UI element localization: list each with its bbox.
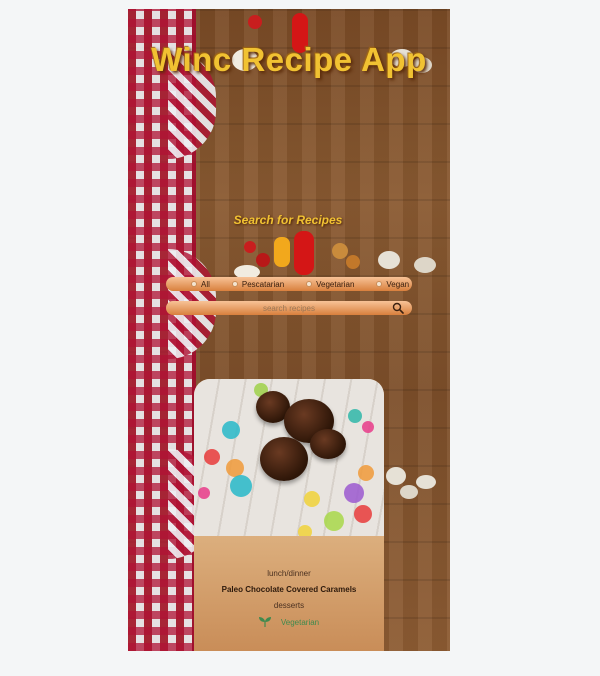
mushroom-decoration [414, 257, 436, 273]
diet-label: Vegetarian [280, 617, 320, 627]
magnifier-icon[interactable] [392, 302, 404, 314]
filter-all[interactable]: All [191, 280, 210, 289]
tomato-decoration [244, 241, 256, 253]
filter-label: Vegan [386, 279, 410, 289]
app-title: Winc Recipe App [151, 41, 427, 79]
onion-decoration [332, 243, 348, 259]
search-bar [166, 301, 412, 315]
dish-type: desserts [273, 601, 305, 610]
yellow-pepper-decoration [274, 237, 290, 267]
filter-pescatarian[interactable]: Pescatarian [231, 279, 285, 289]
filter-vegan[interactable]: Vegan [376, 280, 409, 289]
filter-label: All [201, 279, 210, 289]
filter-label: Pescatarian [241, 279, 285, 289]
radio-button[interactable] [191, 281, 197, 287]
diet-label-row: Vegetarian [194, 617, 384, 627]
diet-filter-bar: All Pescatarian Vegetarian Vegan [166, 277, 412, 291]
recipe-card[interactable]: lunch/dinner Paleo Chocolate Covered Car… [194, 379, 384, 651]
meal-type: lunch/dinner [267, 569, 311, 578]
mushroom-decoration [400, 485, 418, 499]
filter-label: Vegetarian [316, 279, 355, 289]
radio-button[interactable] [231, 281, 238, 287]
app-container: Winc Recipe App Search for Recipes All P… [128, 9, 450, 651]
tomato-decoration [256, 253, 270, 267]
search-input[interactable] [166, 301, 412, 315]
mushroom-decoration [386, 467, 406, 485]
onion-decoration [346, 255, 360, 269]
tomato-decoration [248, 15, 262, 29]
filter-vegetarian[interactable]: Vegetarian [306, 280, 354, 289]
radio-button[interactable] [376, 281, 383, 287]
leaf-sprout-icon [258, 617, 271, 627]
recipe-title[interactable]: Paleo Chocolate Covered Caramels [194, 585, 384, 594]
mushroom-decoration [416, 475, 436, 489]
recipe-photo [194, 379, 384, 536]
radio-button[interactable] [306, 281, 313, 287]
mushroom-decoration [378, 251, 400, 269]
red-pepper-decoration [294, 231, 314, 275]
search-heading: Search for Recipes [233, 213, 343, 227]
